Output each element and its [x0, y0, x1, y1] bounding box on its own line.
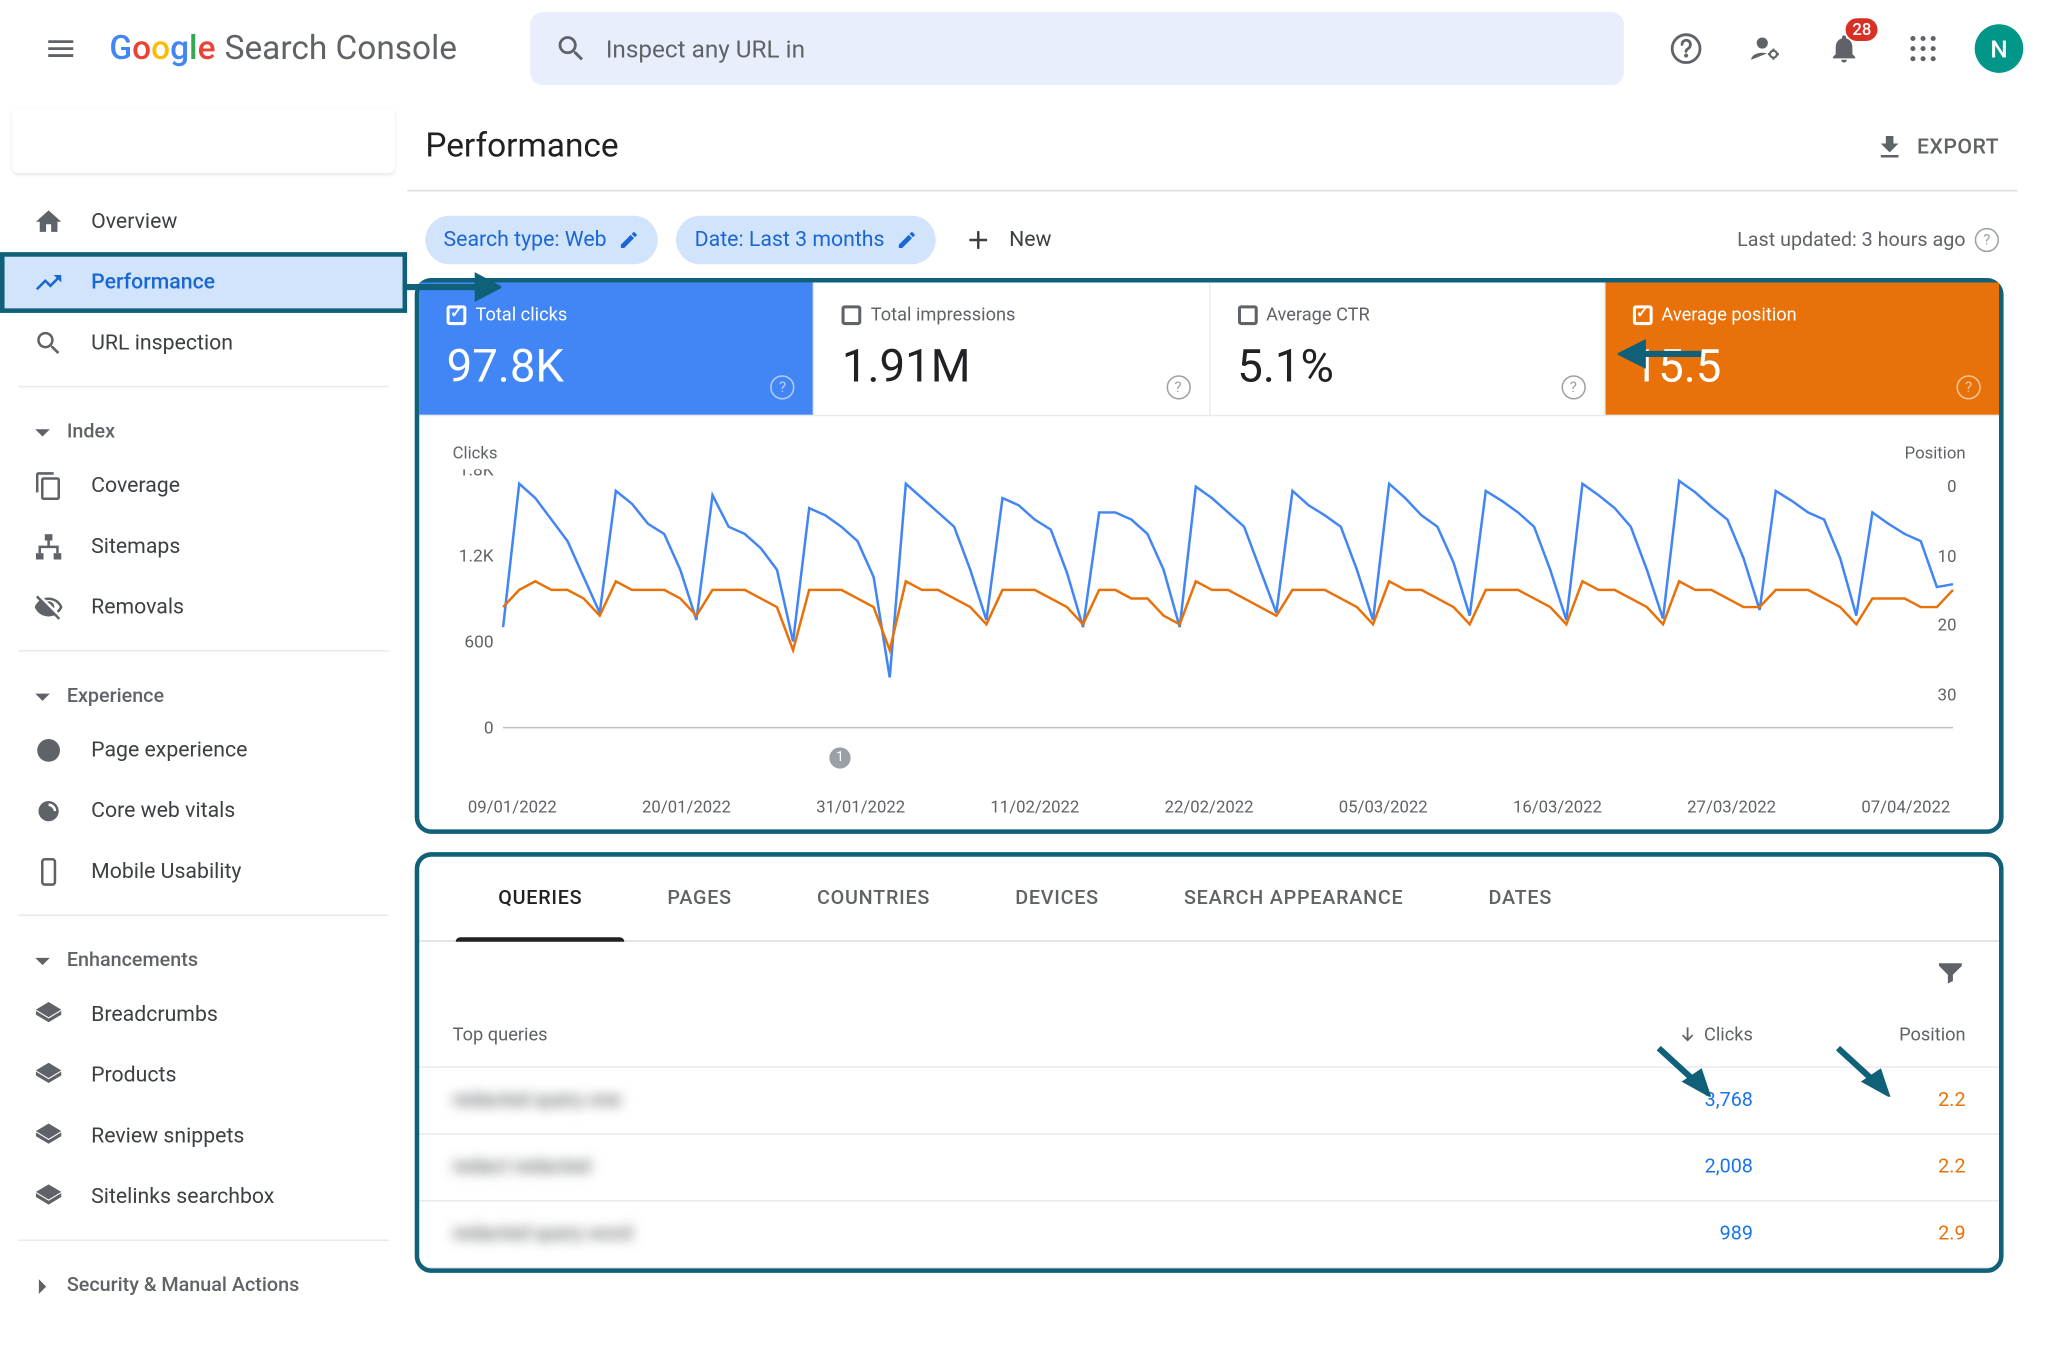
tab-countries[interactable]: COUNTRIES [774, 857, 972, 941]
svg-text:1.2K: 1.2K [459, 547, 494, 567]
nav-core-web-vitals[interactable]: Core web vitals [0, 781, 389, 842]
nav-removals[interactable]: Removals [0, 577, 389, 638]
nav-review-snippets[interactable]: Review snippets [0, 1106, 389, 1167]
layers-icon [33, 1000, 63, 1030]
col-header-clicks[interactable]: Clicks [1540, 1024, 1753, 1045]
sidebar: Overview Performance URL inspection Inde… [0, 97, 407, 1359]
performance-chart: ClicksPosition 1.8K1.2K6000 0102030 1 09… [419, 416, 1999, 829]
help-icon[interactable]: ? [1561, 375, 1585, 399]
layers-icon [33, 1060, 63, 1090]
group-index[interactable]: Index [0, 399, 407, 455]
metric-average-ctr[interactable]: Average CTR 5.1% ? [1210, 283, 1605, 415]
group-experience[interactable]: Experience [0, 664, 407, 720]
circle-plus-icon [33, 735, 63, 765]
tab-dates[interactable]: DATES [1446, 857, 1595, 941]
notifications-button[interactable]: 28 [1808, 12, 1881, 85]
search-icon [554, 32, 587, 65]
tab-pages[interactable]: PAGES [625, 857, 775, 941]
checkbox-icon [1633, 305, 1653, 325]
chevron-right-icon [33, 1277, 51, 1295]
metric-average-position[interactable]: Average position 15.5 ? [1605, 283, 1999, 415]
menu-button[interactable] [24, 12, 97, 85]
notification-badge: 28 [1846, 18, 1877, 41]
group-security[interactable]: Security & Manual Actions [0, 1253, 407, 1309]
filter-search-type[interactable]: Search type: Web [425, 216, 658, 265]
table-row[interactable]: redacted query one3,7682.2 [419, 1068, 1999, 1135]
nav-breadcrumbs[interactable]: Breadcrumbs [0, 984, 389, 1045]
chart-annotation[interactable]: 1 [829, 747, 850, 768]
logo: Google Search Console [109, 30, 457, 68]
export-button[interactable]: EXPORT [1874, 131, 1999, 161]
page-title: Performance [425, 128, 618, 166]
avatar[interactable]: N [1975, 24, 2024, 73]
table-row[interactable]: redact redacted2,0082.2 [419, 1135, 1999, 1202]
gauge-icon [33, 796, 63, 826]
property-selector[interactable] [12, 109, 395, 173]
nav-performance[interactable]: Performance [0, 252, 407, 313]
help-icon[interactable]: ? [771, 375, 795, 399]
search-input[interactable] [606, 34, 1599, 63]
filter-icon[interactable] [1935, 957, 1965, 987]
visibility-off-icon [33, 592, 63, 622]
layers-icon [33, 1182, 63, 1212]
help-button[interactable] [1650, 12, 1723, 85]
edit-icon [619, 229, 640, 250]
metric-total-impressions[interactable]: Total impressions 1.91M ? [815, 283, 1210, 415]
chevron-down-icon [33, 423, 51, 441]
checkbox-icon [842, 305, 862, 325]
nav-products[interactable]: Products [0, 1045, 389, 1106]
download-icon [1874, 131, 1904, 161]
metric-total-clicks[interactable]: Total clicks 97.8K ? [419, 283, 814, 415]
layers-icon [33, 1121, 63, 1151]
nav-sitelinks-searchbox[interactable]: Sitelinks searchbox [0, 1167, 389, 1228]
filter-date[interactable]: Date: Last 3 months [676, 216, 936, 265]
help-icon[interactable]: ? [1166, 375, 1190, 399]
tab-search-appearance[interactable]: SEARCH APPEARANCE [1141, 857, 1446, 941]
edit-icon [897, 229, 918, 250]
chevron-down-icon [33, 687, 51, 705]
nav-coverage[interactable]: Coverage [0, 456, 389, 517]
sitemap-icon [33, 532, 63, 562]
table-row[interactable]: redacted query word9892.9 [419, 1202, 1999, 1269]
apps-button[interactable] [1887, 12, 1960, 85]
chevron-down-icon [33, 952, 51, 970]
svg-text:600: 600 [464, 633, 493, 653]
svg-text:0: 0 [484, 719, 494, 739]
plus-icon [963, 225, 993, 255]
checkbox-icon [1237, 305, 1257, 325]
nav-mobile-usability[interactable]: Mobile Usability [0, 842, 389, 903]
tab-devices[interactable]: DEVICES [973, 857, 1142, 941]
help-icon[interactable]: ? [1975, 228, 1999, 252]
tab-queries[interactable]: QUERIES [456, 857, 625, 941]
svg-text:1.8K: 1.8K [459, 469, 494, 480]
last-updated: Last updated: 3 hours ago? [1737, 228, 1999, 252]
phone-icon [33, 857, 63, 887]
help-icon[interactable]: ? [1956, 375, 1980, 399]
user-settings-button[interactable] [1729, 12, 1802, 85]
trending-icon [33, 267, 63, 297]
home-icon [33, 207, 63, 237]
nav-overview[interactable]: Overview [0, 191, 389, 252]
pages-icon [33, 471, 63, 501]
url-inspect-search[interactable] [530, 12, 1624, 85]
add-filter-button[interactable]: New [954, 225, 1060, 255]
nav-page-experience[interactable]: Page experience [0, 720, 389, 781]
col-header-position[interactable]: Position [1753, 1024, 1966, 1045]
search-icon [33, 328, 63, 358]
group-enhancements[interactable]: Enhancements [0, 928, 407, 984]
sort-down-icon [1677, 1024, 1698, 1045]
nav-url-inspection[interactable]: URL inspection [0, 313, 389, 374]
checkbox-icon [447, 305, 467, 325]
col-header-queries: Top queries [453, 1024, 1541, 1045]
nav-sitemaps[interactable]: Sitemaps [0, 516, 389, 577]
